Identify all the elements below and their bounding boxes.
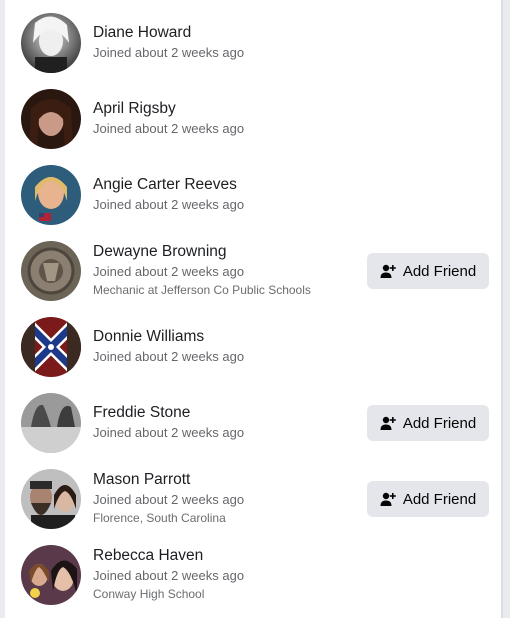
avatar-image (21, 13, 81, 73)
avatar[interactable] (21, 545, 81, 605)
member-info: Freddie Stone Joined about 2 weeks ago (93, 403, 363, 443)
member-info: Rebecca Haven Joined about 2 weeks ago C… (93, 546, 363, 603)
list-item: Rebecca Haven Joined about 2 weeks ago C… (5, 542, 503, 618)
person-add-icon (380, 415, 396, 431)
avatar-image (21, 241, 81, 301)
add-friend-button[interactable]: Add Friend (367, 253, 489, 289)
avatar-image (21, 317, 81, 377)
list-item: Freddie Stone Joined about 2 weeks ago A… (5, 390, 503, 470)
member-joined: Joined about 2 weeks ago (93, 197, 245, 212)
list-item: April Rigsby Joined about 2 weeks ago (5, 76, 503, 156)
list-item: Donnie Williams Joined about 2 weeks ago (5, 314, 503, 394)
add-friend-button[interactable]: Add Friend (367, 481, 489, 517)
member-list-panel: Diane Howard Joined about 2 weeks ago Ap… (5, 0, 503, 618)
avatar[interactable] (21, 317, 81, 377)
member-joined: Joined about 2 weeks ago (93, 121, 245, 136)
avatar[interactable] (21, 469, 81, 529)
member-name[interactable]: Freddie Stone (93, 403, 363, 423)
avatar-image (21, 165, 81, 225)
avatar-image (21, 89, 81, 149)
member-name[interactable]: April Rigsby (93, 99, 363, 119)
member-name[interactable]: Donnie Williams (93, 327, 363, 347)
avatar[interactable] (21, 89, 81, 149)
member-info: Dewayne Browning Joined about 2 weeks ag… (93, 242, 363, 299)
member-name[interactable]: Diane Howard (93, 23, 363, 43)
member-joined: Joined about 2 weeks ago (93, 492, 245, 507)
member-name[interactable]: Rebecca Haven (93, 546, 363, 566)
avatar[interactable] (21, 165, 81, 225)
list-item: Angie Carter Reeves Joined about 2 weeks… (5, 152, 503, 232)
avatar[interactable] (21, 241, 81, 301)
member-info: April Rigsby Joined about 2 weeks ago (93, 99, 363, 139)
member-joined: Joined about 2 weeks ago (93, 349, 245, 364)
member-name[interactable]: Angie Carter Reeves (93, 175, 363, 195)
member-name[interactable]: Dewayne Browning (93, 242, 363, 262)
avatar-image (21, 469, 81, 529)
list-item: Diane Howard Joined about 2 weeks ago (5, 0, 503, 80)
member-detail: Mechanic at Jefferson Co Public Schools (93, 283, 311, 297)
add-friend-label: Add Friend (402, 414, 477, 432)
member-info: Donnie Williams Joined about 2 weeks ago (93, 327, 363, 367)
list-item: Mason Parrott Joined about 2 weeks ago F… (5, 466, 503, 546)
member-name[interactable]: Mason Parrott (93, 470, 363, 490)
member-joined: Joined about 2 weeks ago (93, 264, 245, 279)
member-joined: Joined about 2 weeks ago (93, 45, 245, 60)
avatar[interactable] (21, 13, 81, 73)
avatar-image (21, 545, 81, 605)
person-add-icon (380, 491, 396, 507)
add-friend-label: Add Friend (402, 490, 477, 508)
member-info: Angie Carter Reeves Joined about 2 weeks… (93, 175, 363, 215)
member-info: Mason Parrott Joined about 2 weeks ago F… (93, 470, 363, 527)
avatar-image (21, 393, 81, 453)
member-detail: Florence, South Carolina (93, 511, 226, 525)
member-joined: Joined about 2 weeks ago (93, 568, 245, 583)
avatar[interactable] (21, 393, 81, 453)
add-friend-label: Add Friend (402, 262, 477, 280)
member-info: Diane Howard Joined about 2 weeks ago (93, 23, 363, 63)
list-item: Dewayne Browning Joined about 2 weeks ag… (5, 228, 503, 314)
panel-right-border (501, 0, 503, 618)
member-detail: Conway High School (93, 587, 205, 601)
person-add-icon (380, 263, 396, 279)
member-joined: Joined about 2 weeks ago (93, 425, 245, 440)
add-friend-button[interactable]: Add Friend (367, 405, 489, 441)
